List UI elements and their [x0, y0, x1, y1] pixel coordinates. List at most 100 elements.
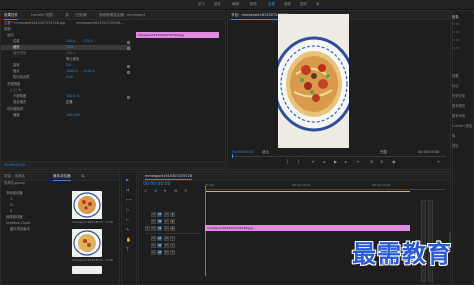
track-sync-icon[interactable]: ⇄: [164, 212, 169, 217]
ripple-edit-tool-icon[interactable]: ⟷: [126, 197, 132, 202]
slip-tool-icon[interactable]: ⊢: [126, 217, 129, 222]
track-mute-icon[interactable]: M: [164, 243, 169, 248]
right-panel-item[interactable]: 历史记录: [452, 93, 465, 98]
track-target-a2[interactable]: A2: [157, 243, 162, 248]
workspace-tab[interactable]: 库: [316, 2, 320, 7]
program-scrubber[interactable]: [232, 156, 446, 157]
track-target-v3[interactable]: V3: [157, 212, 162, 217]
right-panel-item[interactable]: 标记: [452, 83, 459, 88]
track-lock-icon[interactable]: ⊡: [151, 212, 156, 217]
track-solo-icon[interactable]: S: [170, 236, 175, 241]
track-mute-icon[interactable]: M: [164, 236, 169, 241]
project-breadcrumb[interactable]: 未命名.prproj: [4, 181, 25, 186]
tree-item-network[interactable]: 网络驱动器: [6, 215, 22, 220]
anti-flicker-value[interactable]: 0.00: [66, 75, 73, 80]
selection-tool-icon[interactable]: ▶: [126, 177, 129, 182]
program-timecode[interactable]: 00:00:00:00: [232, 150, 253, 154]
folder-icon[interactable]: ▭ ▭: [452, 22, 459, 26]
tree-item-drive-e[interactable]: E:: [10, 209, 13, 214]
workspace-tab[interactable]: 颜色: [250, 2, 257, 7]
track-lock-icon[interactable]: ⊡: [151, 243, 156, 248]
time-remap-label[interactable]: 时间重映射: [7, 107, 23, 112]
timeline-clip-v1[interactable]: mmexport1615307235728.jpg: [205, 225, 410, 231]
go-to-in-icon[interactable]: ⇤: [312, 159, 315, 164]
tree-item-creative-cloud[interactable]: Creative Cloud: [6, 221, 30, 226]
workspace-tab[interactable]: 图形: [300, 2, 307, 7]
fit-select[interactable]: 适合: [262, 150, 269, 155]
timeline-settings-icon[interactable]: ⚙: [174, 188, 178, 193]
keyframe-toggle-icon[interactable]: [127, 47, 130, 50]
track-eye-icon[interactable]: ◉: [170, 212, 175, 217]
track-target-a1[interactable]: A1: [157, 236, 162, 241]
motion-label[interactable]: 运动: [7, 33, 14, 38]
right-panel-item[interactable]: 项目: [452, 143, 459, 148]
workspace-tab-active[interactable]: 效果: [268, 2, 275, 7]
step-back-icon[interactable]: ◂: [323, 159, 325, 164]
snap-icon[interactable]: ⊂: [144, 188, 147, 193]
play-icon[interactable]: ▶: [334, 159, 337, 164]
workspace-tab[interactable]: 学习: [198, 2, 205, 7]
tree-item-drive-d[interactable]: D:: [10, 203, 14, 208]
keyframe-toggle-icon[interactable]: [127, 65, 130, 68]
track-target-a3[interactable]: A3: [157, 250, 162, 255]
anchor-y-value[interactable]: 1440.0: [83, 69, 95, 74]
track-solo-icon[interactable]: S: [170, 243, 175, 248]
rotation-value[interactable]: 0.0: [66, 63, 71, 68]
go-to-out-icon[interactable]: ⇥: [356, 159, 359, 164]
track-sync-icon[interactable]: ⇄: [164, 226, 169, 231]
mark-in-icon[interactable]: {: [286, 159, 289, 164]
media-thumbnail[interactable]: [72, 229, 102, 257]
hand-tool-icon[interactable]: ✋: [126, 237, 131, 242]
quality-select[interactable]: 完整: [380, 150, 387, 155]
extract-icon[interactable]: ⊡: [380, 159, 383, 164]
type-tool-icon[interactable]: T: [126, 247, 128, 252]
right-panel-item[interactable]: 库: [452, 133, 455, 138]
tree-item-drive-c[interactable]: C:: [10, 197, 13, 202]
scale-value[interactable]: 23.0: [66, 45, 73, 50]
add-marker-icon[interactable]: ▾: [164, 188, 166, 193]
track-lock-icon[interactable]: ⊡: [151, 219, 156, 224]
track-mute-icon[interactable]: M: [164, 250, 169, 255]
blend-mode-select[interactable]: 正常: [66, 100, 73, 105]
export-frame-icon[interactable]: ◉: [392, 159, 396, 164]
pen-tool-icon[interactable]: ✎: [126, 227, 129, 232]
timeline-ruler[interactable]: [205, 189, 445, 190]
right-panel-item[interactable]: 信息: [452, 14, 459, 19]
razor-tool-icon[interactable]: ◇: [126, 207, 129, 212]
opacity-section-label[interactable]: 不透明度: [7, 82, 20, 87]
right-panel-item[interactable]: 效果: [452, 73, 459, 78]
tab-media-browser[interactable]: 媒体浏览器: [53, 174, 71, 181]
timeline-playhead[interactable]: [205, 186, 206, 276]
step-forward-icon[interactable]: ▸: [345, 159, 347, 164]
track-select-tool-icon[interactable]: ⇉: [126, 187, 129, 192]
linked-selection-icon[interactable]: ⊗: [154, 188, 157, 193]
track-solo-icon[interactable]: S: [170, 250, 175, 255]
folder-icon[interactable]: ▭ ▭: [452, 30, 459, 34]
uniform-scale-label[interactable]: 等比缩放: [66, 57, 79, 62]
anchor-x-value[interactable]: 1080.0: [66, 69, 78, 74]
speed-value[interactable]: 100.00%: [66, 113, 81, 118]
tab-project[interactable]: 项目：未命名: [4, 174, 25, 179]
tab-library[interactable]: 库: [81, 174, 85, 179]
opacity-value[interactable]: 100.0 %: [66, 94, 80, 99]
right-panel-item[interactable]: Lumetri 颜色: [452, 123, 472, 128]
program-playhead[interactable]: [232, 154, 233, 158]
track-eye-icon[interactable]: ◉: [170, 219, 175, 224]
work-area-bar[interactable]: [205, 191, 410, 192]
track-sync-icon[interactable]: ⇄: [164, 219, 169, 224]
effect-controls-timecode[interactable]: 00:00:00:00: [4, 163, 25, 167]
add-button-icon[interactable]: +: [437, 159, 440, 164]
tab-sequence[interactable]: mmexport1615307235728: [145, 174, 193, 180]
position-y-value[interactable]: 135.0: [83, 39, 92, 44]
tab-lumetri-scopes[interactable]: Lumetri 范围: [31, 13, 53, 18]
mark-out-icon[interactable]: }: [297, 159, 300, 164]
media-thumbnail[interactable]: [72, 191, 102, 219]
lift-icon[interactable]: ⊟: [370, 159, 373, 164]
folder-icon[interactable]: ▭ ▭: [452, 38, 459, 42]
right-panel-item[interactable]: 基本声音: [452, 113, 465, 118]
track-lock-icon[interactable]: ⊡: [151, 226, 156, 231]
media-thumbnail[interactable]: [72, 266, 102, 274]
track-lock-icon[interactable]: ⊡: [151, 250, 156, 255]
right-panel-item[interactable]: 基本图形: [452, 103, 465, 108]
tree-item-local-drives[interactable]: 本地驱动器: [6, 191, 22, 196]
